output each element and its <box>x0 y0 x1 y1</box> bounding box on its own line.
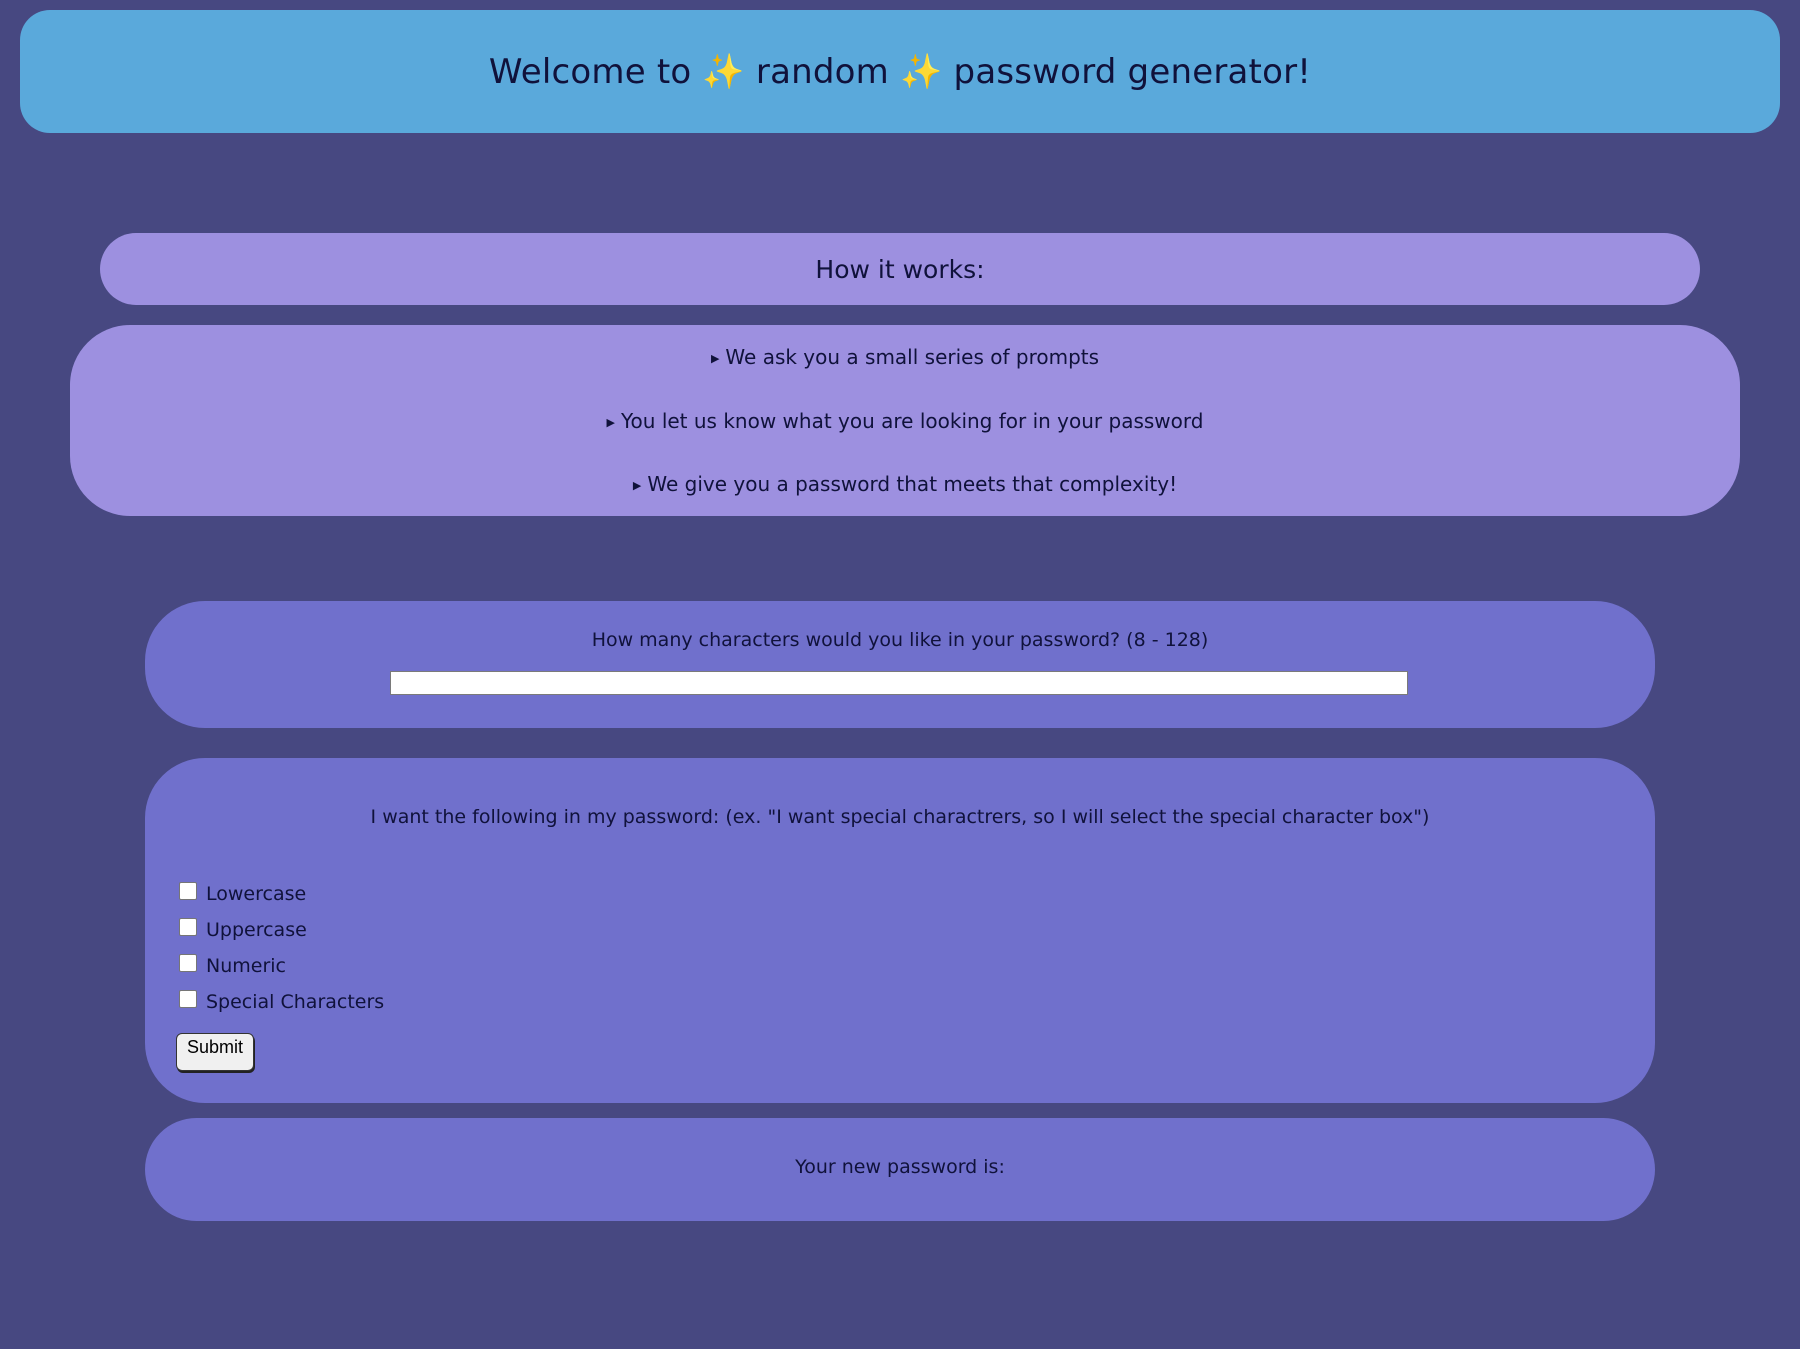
how-it-works-list: ▶ We ask you a small series of prompts ▶ Y… <box>70 325 1740 516</box>
length-question: How many characters would you like in yo… <box>591 629 1209 651</box>
triangle-bullet-icon: ▶ <box>710 352 720 365</box>
options-question: I want the following in my password: (ex… <box>370 806 1430 828</box>
page-title: Welcome to ✨ random ✨ password generator… <box>488 51 1312 92</box>
result-panel: Your new password is: <box>145 1118 1655 1221</box>
how-it-works-heading: How it works: <box>100 233 1700 305</box>
special-characters-label: Special Characters <box>206 991 385 1013</box>
lowercase-label: Lowercase <box>206 883 307 905</box>
triangle-bullet-icon: ▶ <box>632 479 642 492</box>
triangle-bullet-icon: ▶ <box>606 416 615 429</box>
lowercase-option[interactable]: Lowercase <box>179 880 306 908</box>
special-characters-option[interactable]: Special Characters <box>179 988 384 1016</box>
lowercase-checkbox[interactable] <box>179 882 197 900</box>
list-item-text: We ask you a small series of prompts <box>725 345 1100 369</box>
numeric-option[interactable]: Numeric <box>179 952 286 980</box>
list-item: ▶ You let us know what you are looking fo… <box>70 407 1740 437</box>
list-item-text: You let us know what you are looking for… <box>620 409 1204 433</box>
length-panel: How many characters would you like in yo… <box>145 601 1655 728</box>
special-characters-checkbox[interactable] <box>179 990 197 1008</box>
how-it-works-title: How it works: <box>815 254 985 284</box>
submit-button[interactable]: Submit <box>176 1033 254 1071</box>
list-item: ▶ We give you a password that meets that … <box>70 470 1740 500</box>
header-banner: Welcome to ✨ random ✨ password generator… <box>20 10 1780 133</box>
numeric-label: Numeric <box>206 955 286 977</box>
numeric-checkbox[interactable] <box>179 954 197 972</box>
length-input[interactable] <box>390 671 1408 695</box>
uppercase-label: Uppercase <box>206 919 307 941</box>
uppercase-option[interactable]: Uppercase <box>179 916 307 944</box>
list-item-text: We give you a password that meets that c… <box>647 472 1178 496</box>
options-panel: I want the following in my password: (ex… <box>145 758 1655 1103</box>
result-label: Your new password is: <box>795 1156 1005 1178</box>
list-item: ▶ We ask you a small series of prompts <box>70 343 1740 373</box>
uppercase-checkbox[interactable] <box>179 918 197 936</box>
